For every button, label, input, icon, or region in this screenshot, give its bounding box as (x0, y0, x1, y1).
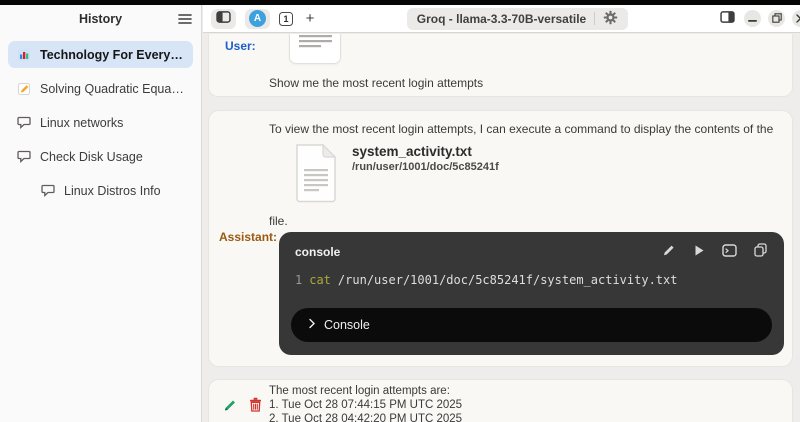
app-avatar-button[interactable]: A (245, 9, 270, 29)
sidebar-item-label: Check Disk Usage (40, 150, 143, 164)
command-keyword: cat (309, 273, 331, 287)
file-attachment[interactable]: system_activity.txt /run/user/1001/doc/5… (293, 142, 499, 209)
command-argument: /run/user/1001/doc/5c85241f/system_activ… (338, 273, 678, 287)
user-role-label: User: (225, 39, 256, 53)
sidebar-item-technology-for-everyday-life[interactable]: Technology For Everyday Life (8, 41, 193, 68)
restore-icon (772, 11, 782, 26)
app-window: History Technology For Everyday Life Sol… (0, 0, 800, 422)
edit-message-button[interactable] (223, 397, 238, 415)
edit-code-button[interactable] (662, 243, 676, 260)
minimize-button[interactable] (744, 10, 761, 27)
maximize-button[interactable] (768, 10, 785, 27)
window-title-button[interactable]: Groq - llama-3.3-70B-versatile (407, 8, 628, 30)
hamburger-icon (178, 13, 192, 28)
assistant-role-label: Assistant: (219, 230, 277, 244)
console-header: console (279, 232, 784, 260)
assistant-intro-text: To view the most recent login attempts, … (269, 122, 773, 136)
file-meta: system_activity.txt /run/user/1001/doc/5… (352, 142, 499, 209)
console-expander-label: Console (324, 318, 370, 332)
history-list: Technology For Everyday Life Solving Qua… (0, 33, 201, 204)
window-title: Groq - llama-3.3-70B-versatile (417, 12, 586, 26)
copy-code-button[interactable] (754, 243, 767, 260)
title-separator (594, 12, 595, 25)
text-file-icon (293, 142, 339, 209)
file-path: /run/user/1001/doc/5c85241f (352, 161, 499, 173)
sidebar-header: History (0, 5, 201, 33)
headerbar-right-group (717, 9, 800, 29)
avatar: A (249, 10, 266, 27)
main-area: A 1 + Groq - llama-3.3-70B-versatile (203, 5, 800, 422)
file-name: system_activity.txt (352, 144, 499, 159)
right-panel-toggle-button[interactable] (717, 9, 737, 29)
sidebar-item-label: Solving Quadratic Equation Pro… (40, 82, 184, 96)
hamburger-menu-button[interactable] (178, 13, 192, 28)
close-icon (796, 11, 800, 26)
console-block: console (279, 232, 784, 355)
message-actions (223, 397, 262, 415)
sidebar-item-linux-networks[interactable]: Linux networks (8, 109, 193, 136)
minimize-icon (748, 11, 757, 26)
chevron-right-icon (308, 318, 316, 332)
line-number: 1 (295, 273, 302, 287)
assistant-outro-text: file. (269, 214, 288, 228)
play-icon (693, 244, 705, 260)
console-expander[interactable]: Console (291, 308, 772, 342)
new-tab-button[interactable]: + (302, 10, 318, 28)
chat-bubble-icon (41, 184, 55, 197)
sidebar-title: History (79, 12, 122, 26)
terminal-icon (722, 244, 737, 260)
sidebar-toggle-button[interactable] (211, 9, 236, 29)
result-line: 2. Tue Oct 28 04:42:20 PM UTC 2025 (269, 412, 462, 422)
open-terminal-button[interactable] (722, 244, 737, 260)
run-code-button[interactable] (693, 244, 705, 260)
screen-top-strip (0, 0, 800, 5)
headerbar: A 1 + Groq - llama-3.3-70B-versatile (203, 5, 800, 33)
assistant-message-card: To view the most recent login attempts, … (208, 110, 793, 367)
result-line: 1. Tue Oct 28 07:44:15 PM UTC 2025 (269, 398, 462, 412)
panel-right-icon (720, 11, 735, 26)
sidebar-item-label: Linux networks (40, 116, 123, 130)
bar-chart-icon (17, 48, 31, 62)
copy-icon (754, 243, 767, 260)
chat-bubble-icon (17, 150, 31, 163)
pencil-icon (662, 243, 676, 260)
result-message-card: The most recent login attempts are: 1. T… (208, 379, 793, 422)
sidebar: History Technology For Everyday Life Sol… (0, 5, 202, 422)
console-language-label: console (295, 245, 340, 259)
chat-scroll-area[interactable]: User: Show me the most recent login atte… (203, 34, 800, 422)
document-lines-icon (290, 34, 340, 63)
user-message-card: User: Show me the most recent login atte… (208, 34, 793, 97)
edit-pencil-icon (223, 398, 238, 415)
result-message-text: The most recent login attempts are: 1. T… (269, 384, 462, 422)
attachment-thumbnail[interactable] (289, 34, 341, 64)
sidebar-item-label: Linux Distros Info (64, 184, 161, 198)
chat-bubble-icon (17, 116, 31, 129)
user-message-text: Show me the most recent login attempts (269, 76, 483, 90)
headerbar-left-group: A 1 + (211, 9, 318, 29)
sidebar-item-label: Technology For Everyday Life (40, 48, 184, 62)
sidebar-item-check-disk-usage[interactable]: Check Disk Usage (8, 143, 193, 170)
tab-overview-button[interactable]: 1 (279, 12, 293, 26)
sidebar-item-linux-distros-info[interactable]: Linux Distros Info (32, 177, 193, 204)
gear-icon (603, 10, 618, 28)
close-button[interactable] (792, 10, 800, 27)
console-actions (662, 243, 767, 260)
delete-message-button[interactable] (249, 397, 262, 415)
pencil-paper-icon (17, 82, 31, 96)
trash-icon (249, 397, 262, 415)
code-line: 1 cat/run/user/1001/doc/5c85241f/system_a… (279, 260, 784, 287)
sidebar-item-solving-quadratic-equation[interactable]: Solving Quadratic Equation Pro… (8, 75, 193, 102)
result-line: The most recent login attempts are: (269, 384, 462, 398)
panel-left-icon (216, 11, 231, 26)
